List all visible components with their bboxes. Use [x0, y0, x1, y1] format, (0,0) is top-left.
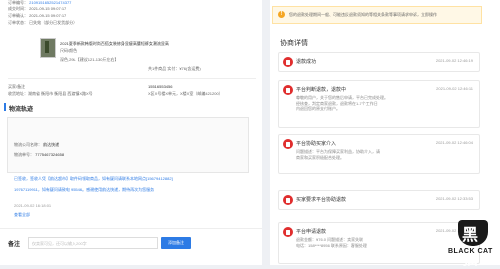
negotiation-title: 协商详情: [280, 40, 308, 47]
status-value: 已失效（部分已发货部分）: [29, 20, 78, 25]
divider: [8, 78, 256, 79]
tracking-number[interactable]: 7775467324658: [35, 152, 64, 157]
logistics-company: 韵达快递: [43, 142, 60, 147]
logistics-event: 已签收，签收人凭【韵达超市】取件码领取商品，如有疑问请联系本地网点[156794…: [14, 176, 173, 181]
record-title: 平台判断退款，退款中: [296, 87, 347, 93]
record-title: 平台申请退款: [296, 229, 327, 235]
notes-placeholder: 仅卖家可见，还可以输入200字: [32, 241, 87, 246]
order-panel: 订单编号： 2109151652521474377 成交时间： 2021-09-…: [0, 0, 262, 265]
record-card: 退款成功 2021-09-02 12:46:19: [278, 52, 480, 72]
buyer-phone: 15516553456: [148, 84, 173, 89]
logistics-company-label: 物流公司名称：: [14, 142, 42, 147]
product-color: 深色,29L【建议121-130斤左右】: [60, 57, 119, 62]
notice-text: 您的退款处理期间一般、可能违反退款须知的等相关条款等事项请求申诉，立即操作: [289, 12, 437, 17]
logistics-company-row: 物流公司名称： 韵达快递: [14, 142, 59, 148]
watermark-cn: 黑猫: [462, 227, 479, 268]
order-no-link[interactable]: 2109151652521474377: [29, 0, 71, 5]
record-card: 平台协助买家介入 2021-09-02 12:46:04 问题描述：平台为保障买…: [278, 134, 480, 174]
status-row: 订单状态： 已失效（部分已发货部分）: [8, 20, 77, 26]
order-no-label: 订单编号：: [8, 0, 28, 5]
record-body: 尊敬的用户，关于您的售后申请，平台已完成处理。 经核查，判定商家退款，退款将在1…: [296, 95, 408, 112]
record-body-line: 电话：158****8956 联系原因：客服处理: [296, 242, 367, 248]
record-body: 问题描述：平台为保障买家利益，协助介入，请 商家和买家积极配合处理。: [296, 149, 408, 160]
buyer-avatar-icon: [283, 195, 293, 205]
created-row: 成交时间： 2021-09-15 09:07:17: [8, 6, 66, 12]
view-all-link[interactable]: 查看全部: [14, 212, 30, 218]
product-image[interactable]: [40, 38, 56, 58]
record-body: 退款金额：¥76.0 问题描述：卖家失联 电话：158****8956 联系原因…: [296, 237, 408, 248]
product-title[interactable]: 2021夏季新款韩版时尚百搭女装修身显瘦高腰短裤女潮流显高: [60, 41, 169, 47]
record-body-line: 商家和买家积极配合处理。: [296, 154, 344, 160]
record-time: 2021-09-02 12:46:19: [435, 58, 473, 63]
notice-banner: ! 您的退款处理期间一般、可能违反退款须知的等相关条款等事项请求申诉，立即操作: [272, 6, 482, 24]
record-card: 平台判断退款，退款中 2021-09-02 12:46:11 尊敬的用户，关于您…: [278, 80, 480, 128]
record-title: 退款成功: [296, 59, 317, 65]
add-note-button[interactable]: 添加备注: [161, 237, 191, 249]
record-time: 2021-09-02 12:46:04: [435, 140, 473, 145]
created-label: 成交时间：: [8, 6, 28, 11]
record-card: 买家要求平台协助退款 2021-09-02 12:33:53: [278, 190, 480, 210]
product-price: 共1件商品 实付：¥76(含运费): [148, 66, 201, 71]
created-time: 2021-09-15 09:07:17: [29, 6, 67, 11]
platform-avatar-icon: [283, 139, 293, 149]
buyer-label: 买家/备注: [8, 84, 26, 89]
logistics-event-time: 2021-09-02 16:18:01: [14, 203, 52, 208]
logistics-event-detail: 19767119911，如有疑问请致电 95546。感谢使用韵达快递，期待再次为…: [14, 187, 155, 192]
tracking-row: 物流单号： 7775467324658: [14, 152, 64, 158]
buyer-address-detail: X区X号楼X单元，X楼X室（邮编421200）: [148, 91, 223, 96]
paid-row: 订单确认： 2021-09-15 09:07:17: [8, 13, 66, 19]
section-marker: [4, 103, 6, 111]
watermark-en: BLACK CAT: [448, 248, 493, 255]
notes-label: 备注: [8, 242, 21, 248]
logistics-title: 物流轨迹: [9, 107, 34, 113]
product-spec: 尺码/颜色: [60, 48, 78, 53]
paid-time: 2021-09-15 09:07:17: [29, 13, 67, 18]
record-title: 买家要求平台协助退款: [296, 197, 347, 203]
black-cat-watermark: 黑猫 BLACK CAT: [448, 220, 500, 268]
record-title: 平台协助买家介入: [296, 141, 337, 147]
record-body-line: 内退回您的原支付账户。: [296, 106, 340, 111]
platform-avatar-icon: [283, 227, 293, 237]
record-time: 2021-09-02 12:46:11: [436, 86, 473, 91]
warning-icon: !: [278, 11, 285, 18]
platform-avatar-icon: [283, 85, 293, 95]
divider: [0, 228, 262, 229]
tracking-label: 物流单号：: [14, 152, 34, 157]
record-time: 2021-09-02 12:33:53: [435, 196, 473, 201]
buyer-address: 收货地址：湖南省 衡阳市 衡阳县 西渡镇X路X号: [8, 91, 93, 96]
paid-label: 订单确认：: [8, 13, 28, 18]
notes-input[interactable]: 仅卖家可见，还可以输入200字: [28, 237, 158, 249]
platform-avatar-icon: [283, 57, 293, 67]
shield-icon: 黑猫: [458, 220, 488, 268]
status-label: 订单状态：: [8, 20, 28, 25]
